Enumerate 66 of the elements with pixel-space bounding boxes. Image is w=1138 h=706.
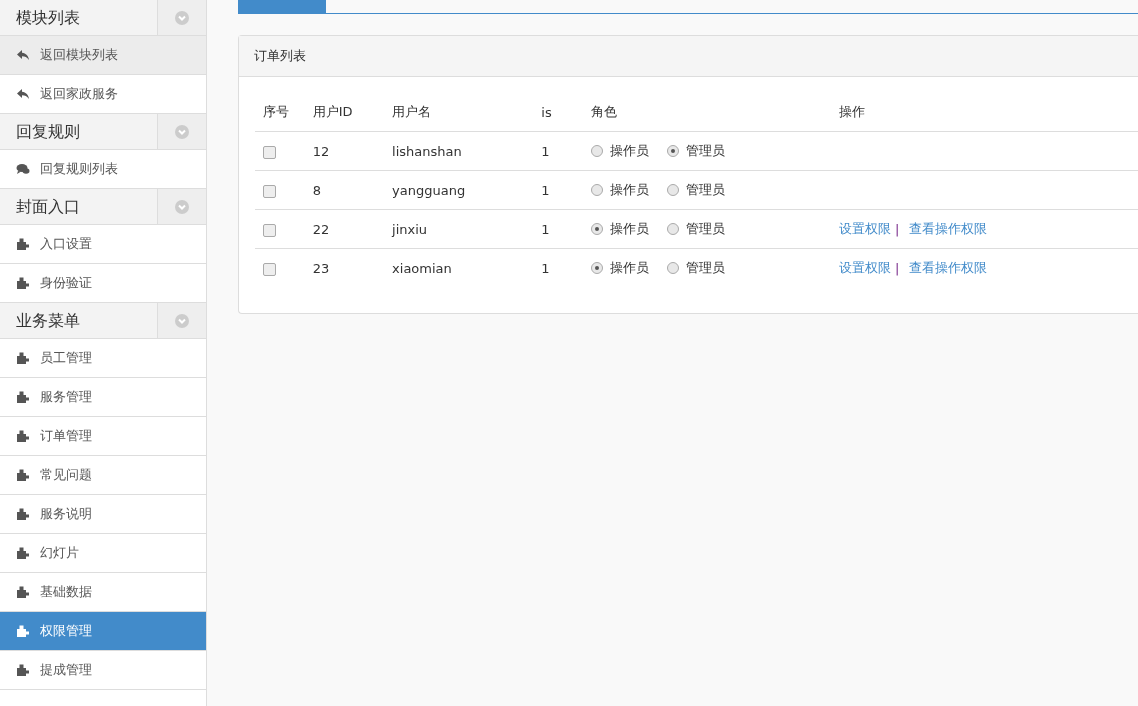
separator: | xyxy=(894,221,900,237)
tab[interactable] xyxy=(238,0,326,13)
puzzle-icon xyxy=(16,468,30,482)
action-link[interactable]: 查看操作权限 xyxy=(909,220,988,238)
puzzle-icon xyxy=(16,585,30,599)
group-title: 回复规则 xyxy=(15,121,81,143)
table-cell: 12 xyxy=(304,131,385,171)
role-radio[interactable]: 操作员 xyxy=(590,142,649,160)
role-radio[interactable]: 操作员 xyxy=(590,259,649,277)
column-header: is xyxy=(533,93,583,132)
column-header: 用户名 xyxy=(384,93,534,132)
chevron-down-icon xyxy=(175,313,189,328)
chevron-down-icon xyxy=(175,10,189,25)
puzzle-icon xyxy=(16,390,30,404)
puzzle-icon xyxy=(16,663,30,677)
collapse-toggle[interactable] xyxy=(157,303,206,338)
puzzle-icon xyxy=(16,351,30,365)
puzzle-icon xyxy=(16,507,30,521)
role-radio[interactable]: 操作员 xyxy=(590,220,649,238)
table-cell: 1 xyxy=(533,170,583,210)
column-header: 角色 xyxy=(582,93,831,132)
group-title: 封面入口 xyxy=(15,196,81,218)
column-header: 操作 xyxy=(830,93,1138,132)
action-link[interactable]: 设置权限 xyxy=(838,259,891,277)
group-title: 业务菜单 xyxy=(15,310,81,332)
puzzle-icon xyxy=(16,276,30,290)
action-link[interactable]: 设置权限 xyxy=(838,220,891,238)
row-checkbox[interactable] xyxy=(263,262,276,276)
puzzle-icon xyxy=(16,624,30,638)
chevron-down-icon xyxy=(175,199,189,214)
role-radio[interactable]: 管理员 xyxy=(666,220,725,238)
reply-icon xyxy=(16,87,30,101)
table-cell: 8 xyxy=(304,170,385,210)
collapse-toggle[interactable] xyxy=(157,189,206,224)
puzzle-icon xyxy=(16,237,30,251)
collapse-toggle[interactable] xyxy=(157,114,206,149)
table-cell: 23 xyxy=(304,248,385,287)
separator: | xyxy=(894,260,900,276)
group-title: 模块列表 xyxy=(15,7,81,29)
table-cell: 1 xyxy=(533,209,583,249)
table-cell: 22 xyxy=(304,209,385,249)
collapse-toggle[interactable] xyxy=(157,0,206,35)
role-radio[interactable]: 操作员 xyxy=(590,181,649,199)
table-cell: lishanshan xyxy=(384,131,534,171)
table-cell: 1 xyxy=(533,131,583,171)
puzzle-icon xyxy=(16,546,30,560)
sidebar-item[interactable]: 返回模块列表 xyxy=(0,36,206,75)
row-checkbox[interactable] xyxy=(263,223,276,237)
panel-title: 订单列表 xyxy=(239,36,1138,77)
table-cell: jinxiu xyxy=(384,209,534,249)
column-header: 序号 xyxy=(255,93,305,132)
role-radio[interactable]: 管理员 xyxy=(666,259,725,277)
sidebar-item[interactable]: 权限管理 xyxy=(0,612,206,651)
puzzle-icon xyxy=(16,429,30,443)
table-cell: xiaomian xyxy=(384,248,534,287)
chevron-down-icon xyxy=(175,124,189,139)
row-checkbox[interactable] xyxy=(263,184,276,198)
reply-icon xyxy=(16,48,30,62)
action-link[interactable]: 查看操作权限 xyxy=(909,259,988,277)
comments-icon xyxy=(16,162,30,176)
table-cell: yangguang xyxy=(384,170,534,210)
table-cell: 1 xyxy=(533,248,583,287)
role-radio[interactable]: 管理员 xyxy=(666,142,725,160)
row-checkbox[interactable] xyxy=(263,145,276,159)
role-radio[interactable]: 管理员 xyxy=(666,181,725,199)
column-header: 用户ID xyxy=(304,93,385,132)
